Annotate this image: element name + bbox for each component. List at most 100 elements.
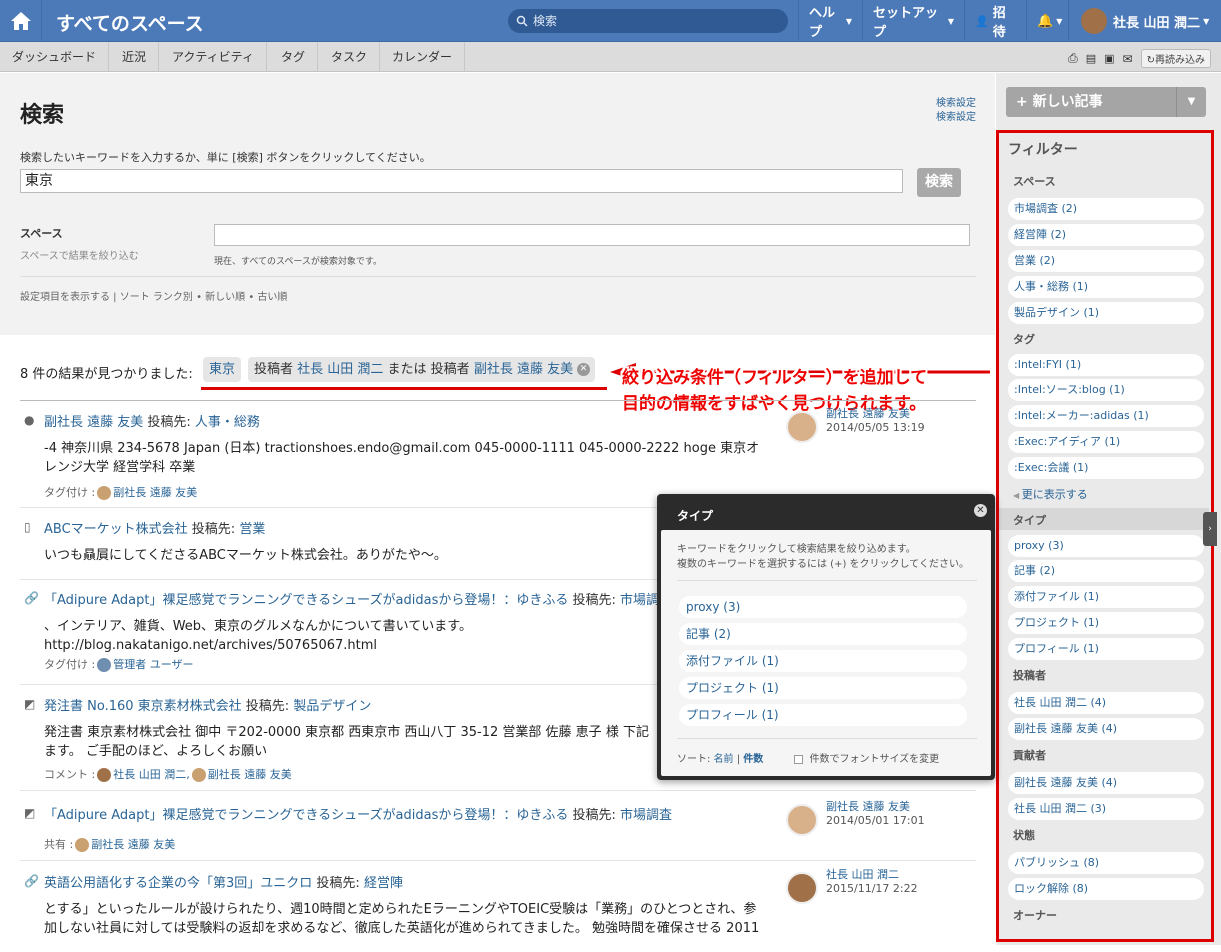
filter-tag-item[interactable]: :Intel:ソース:blog (1) — [1008, 379, 1204, 401]
author-avatar[interactable] — [786, 411, 818, 443]
space-input[interactable] — [214, 224, 970, 246]
comment-user-link[interactable]: 副社長 遠藤 友美 — [208, 768, 292, 781]
filter-poster-item[interactable]: 副社長 遠藤 友美 (4) — [1008, 718, 1204, 740]
user-plus-icon: 👤 — [975, 14, 989, 28]
post-to-link[interactable]: 営業 — [239, 522, 265, 537]
filter-contributor-item[interactable]: 社長 山田 潤二 (3) — [1008, 798, 1204, 820]
result-title-link[interactable]: 発注書 No.160 東京素材株式会社 — [44, 699, 242, 714]
meta-user-link[interactable]: 社長 山田 潤二 — [826, 868, 899, 881]
meta-user-link[interactable]: 副社長 遠藤 友美 — [826, 800, 910, 813]
reload-label: 再読み込み — [1155, 55, 1205, 66]
app-title[interactable]: すべてのスペース — [56, 9, 204, 36]
plus-icon: + — [1016, 94, 1033, 110]
chip-poster-b[interactable]: 副社長 遠藤 友美 — [474, 362, 573, 377]
tab-calendar[interactable]: カレンダー — [380, 42, 466, 72]
post-to-link[interactable]: 市場調 — [620, 593, 659, 608]
tab-recent[interactable]: 近況 — [110, 42, 160, 72]
filter-contributor-item[interactable]: 副社長 遠藤 友美 (4) — [1008, 772, 1204, 794]
show-more-tags-link[interactable]: ◀ 更に表示する — [1013, 486, 1088, 502]
avatar — [97, 486, 112, 500]
tab-tags[interactable]: タグ — [269, 42, 319, 72]
home-button[interactable] — [0, 0, 42, 42]
meta-user-link[interactable]: 副社長 遠藤 友美 — [826, 407, 910, 420]
reload-button[interactable]: ↻再読み込み — [1140, 49, 1211, 68]
result-title-link[interactable]: ABCマーケット株式会社 — [44, 522, 188, 537]
filter-space-item[interactable]: 経営陣 (2) — [1008, 224, 1204, 246]
tag-user-link[interactable]: 管理者 ユーザー — [113, 658, 193, 671]
notifications-menu[interactable]: 🔔 ▼ — [1026, 0, 1068, 42]
result-title-link[interactable]: 副社長 遠藤 友美 — [44, 415, 143, 430]
result-title-link[interactable]: 英語公用語化する企業の今「第3回」ユニクロ — [44, 876, 312, 891]
sort-by-count-link[interactable]: 件数 — [743, 754, 763, 765]
tab-activity[interactable]: アクティビティ — [160, 42, 267, 72]
sort-options[interactable]: 設定項目を表示する | ソート ランク別 • 新しい順 • 古い順 — [20, 288, 287, 303]
filter-type-item[interactable]: 記事 (2) — [1008, 560, 1204, 582]
font-size-checkbox[interactable] — [794, 754, 804, 764]
user-menu[interactable]: 社長 山田 潤二 ▼ — [1068, 0, 1221, 42]
result-meta: 副社長 遠藤 友美 2014/05/01 17:01 — [826, 800, 925, 828]
filter-type-item[interactable]: proxy (3) — [1008, 535, 1204, 557]
save-icon[interactable]: ▣ — [1104, 52, 1114, 65]
filter-chip-keyword[interactable]: 東京 — [203, 357, 242, 382]
search-settings-link[interactable]: 検索設定 — [936, 97, 976, 111]
tab-tasks[interactable]: タスク — [319, 42, 381, 72]
font-size-option-label: 件数でフォントサイズを変更 — [809, 754, 940, 765]
chevron-right-icon[interactable]: › — [1203, 512, 1217, 546]
result-title-link[interactable]: 「Adipure Adapt」裸足感覚でランニングできるシューズがadidasか… — [44, 808, 568, 823]
popup-type-item[interactable]: プロフィール (1) — [679, 704, 967, 726]
filter-chip-keyword-label[interactable]: 東京 — [209, 362, 235, 377]
popup-type-item[interactable]: proxy (3) — [679, 596, 967, 618]
sort-by-name-link[interactable]: 名前 — [714, 754, 734, 765]
tag-user-link[interactable]: 副社長 遠藤 友美 — [113, 486, 197, 499]
post-to-link[interactable]: 市場調査 — [620, 808, 672, 823]
filter-section-type[interactable]: タイプ — [1013, 512, 1046, 528]
new-post-button[interactable]: + 新しい記事 ▼ — [1006, 87, 1206, 117]
rss-icon[interactable]: ▤ — [1086, 52, 1096, 65]
chevron-down-icon[interactable]: ▼ — [1176, 87, 1206, 117]
remove-filter-icon[interactable]: ✕ — [577, 363, 591, 376]
right-sidebar: + 新しい記事 ▼ フィルター スペース 市場調査 (2) 経営陣 (2) 営業… — [996, 73, 1221, 945]
filter-section-contributor: 貢献者 — [1013, 749, 1046, 762]
tab-dashboard[interactable]: ダッシュボード — [0, 42, 110, 72]
popup-type-item[interactable]: プロジェクト (1) — [679, 677, 967, 699]
filter-space-item[interactable]: 市場調査 (2) — [1008, 198, 1204, 220]
filter-space-item[interactable]: 製品デザイン (1) — [1008, 302, 1204, 324]
filter-tag-item[interactable]: :Intel:メーカー:adidas (1) — [1008, 405, 1204, 427]
result-title-link[interactable]: 「Adipure Adapt」裸足感覚でランニングできるシューズがadidasか… — [44, 593, 568, 608]
filter-space-item[interactable]: 営業 (2) — [1008, 250, 1204, 272]
keyword-input[interactable]: 東京 — [20, 169, 903, 193]
filter-tag-item[interactable]: :Exec:会議 (1) — [1008, 457, 1204, 479]
author-avatar[interactable] — [786, 872, 818, 904]
filter-tag-item[interactable]: :Intel:FYI (1) — [1008, 354, 1204, 376]
filter-chip-poster[interactable]: 投稿者 社長 山田 潤二 または 投稿者 副社長 遠藤 友美 ✕ — [248, 357, 596, 382]
filter-type-item[interactable]: プロフィール (1) — [1008, 638, 1204, 660]
filter-type-item[interactable]: 添付ファイル (1) — [1008, 586, 1204, 608]
filter-state-item[interactable]: ロック解除 (8) — [1008, 878, 1204, 900]
search-button[interactable]: 検索 — [917, 168, 961, 197]
chip-poster-a[interactable]: 社長 山田 潤二 — [297, 362, 383, 377]
filter-poster-item[interactable]: 社長 山田 潤二 (4) — [1008, 692, 1204, 714]
setup-menu[interactable]: セットアップ ▼ — [862, 0, 964, 42]
comment-user-link[interactable]: 社長 山田 潤二, — [113, 768, 190, 781]
filter-type-item[interactable]: プロジェクト (1) — [1008, 612, 1204, 634]
email-icon[interactable]: ✉ — [1123, 52, 1133, 66]
post-to-link[interactable]: 人事・総務 — [195, 415, 260, 430]
divider — [677, 738, 977, 739]
reload-icon: ↻ — [1146, 55, 1155, 66]
filter-tag-item[interactable]: :Exec:アイディア (1) — [1008, 431, 1204, 453]
help-menu[interactable]: ヘルプ ▼ — [798, 0, 862, 42]
share-user-link[interactable]: 副社長 遠藤 友美 — [91, 838, 175, 851]
popup-type-item[interactable]: 記事 (2) — [679, 623, 967, 645]
author-avatar[interactable] — [786, 804, 818, 836]
filter-space-item[interactable]: 人事・総務 (1) — [1008, 276, 1204, 298]
global-search-input[interactable]: 検索 — [508, 9, 788, 33]
search-settings-link-2[interactable]: 検索設定 — [936, 111, 976, 125]
post-to-link[interactable]: 経営陣 — [364, 876, 403, 891]
popup-type-item[interactable]: 添付ファイル (1) — [679, 650, 967, 672]
filter-state-item[interactable]: パブリッシュ (8) — [1008, 852, 1204, 874]
post-to-link[interactable]: 製品デザイン — [293, 699, 371, 714]
print-icon[interactable]: ⎙ — [1068, 51, 1078, 66]
close-icon[interactable]: ✕ — [974, 504, 987, 517]
invite-button[interactable]: 👤 招待 — [964, 0, 1026, 42]
result-title: 「Adipure Adapt」裸足感覚でランニングできるシューズがadidasか… — [44, 804, 672, 823]
